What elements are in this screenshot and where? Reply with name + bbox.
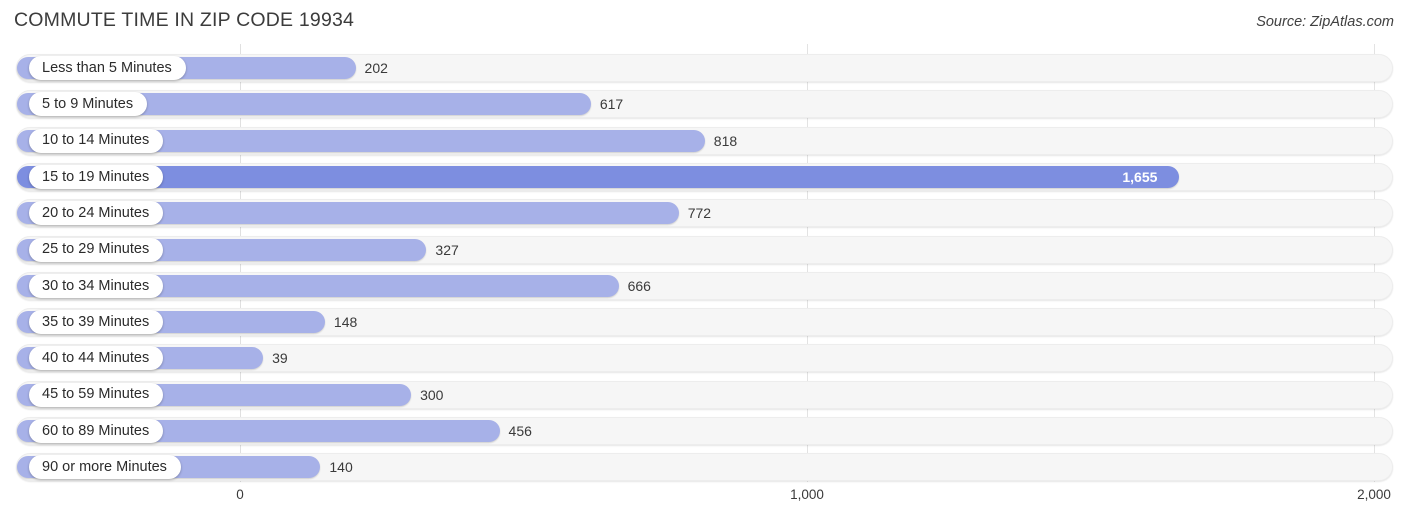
category-label: 35 to 39 Minutes — [42, 313, 150, 330]
bar-value-label: 1,655 — [1122, 168, 1158, 185]
bar-value-label: 300 — [420, 386, 444, 403]
category-label: 90 or more Minutes — [42, 459, 167, 476]
bar-row[interactable]: 35 to 39 Minutes 148 — [16, 308, 1393, 337]
category-label: 20 to 24 Minutes — [42, 204, 150, 221]
category-label-pill: 35 to 39 Minutes — [29, 310, 164, 335]
category-label-pill: 25 to 29 Minutes — [29, 237, 164, 262]
bar-row[interactable]: 5 to 9 Minutes 617 — [16, 90, 1393, 119]
category-label-pill: 5 to 9 Minutes — [29, 92, 148, 117]
category-label: 25 to 29 Minutes — [42, 241, 150, 258]
bar-value-label: 772 — [687, 205, 712, 222]
bar-value-label: 617 — [599, 96, 624, 113]
chart-page: COMMUTE TIME IN ZIP CODE 19934 Source: Z… — [0, 0, 1406, 522]
bar-row[interactable]: 60 to 89 Minutes 456 — [16, 417, 1393, 445]
bar-value-label: 148 — [333, 314, 358, 331]
category-label: 45 to 59 Minutes — [42, 386, 150, 403]
x-axis: 0 1,000 2,000 — [0, 484, 1406, 514]
bar-row[interactable]: 30 to 34 Minutes 666 — [16, 271, 1393, 300]
bar[interactable] — [17, 165, 1180, 188]
bar-row[interactable]: 40 to 44 Minutes 39 — [16, 344, 1393, 373]
bar-row[interactable]: 10 to 14 Minutes 818 — [16, 126, 1393, 155]
bar-row[interactable]: 90 or more Minutes 140 — [16, 453, 1393, 482]
x-tick-label: 0 — [236, 487, 244, 502]
category-label: Less than 5 Minutes — [42, 59, 172, 76]
category-label: 40 to 44 Minutes — [42, 350, 150, 367]
bar-row[interactable]: Less than 5 Minutes 202 — [16, 54, 1393, 82]
bar-row[interactable]: 45 to 59 Minutes 300 — [16, 380, 1393, 409]
category-label-pill: 40 to 44 Minutes — [29, 346, 164, 371]
category-label-pill: 20 to 24 Minutes — [29, 201, 164, 226]
bar-row[interactable]: 25 to 29 Minutes 327 — [16, 235, 1393, 264]
plot-area: Less than 5 Minutes 202 5 to 9 Minutes 617 1… — [0, 44, 1406, 482]
x-tick-label: 1,000 — [790, 487, 824, 502]
category-label-pill: 90 or more Minutes — [29, 455, 181, 480]
bar-value-label: 818 — [713, 132, 738, 149]
source-attribution: Source: ZipAtlas.com — [1256, 14, 1394, 30]
category-label-pill: Less than 5 Minutes — [29, 56, 186, 80]
bar-value-label: 140 — [329, 459, 353, 476]
bar-value-label: 39 — [272, 350, 288, 367]
x-tick-label: 2,000 — [1357, 487, 1391, 502]
category-label: 15 to 19 Minutes — [42, 168, 150, 185]
bar-value-label: 666 — [627, 277, 651, 294]
category-label-pill: 60 to 89 Minutes — [29, 419, 164, 443]
category-label-pill: 10 to 14 Minutes — [29, 128, 164, 153]
category-label-pill: 15 to 19 Minutes — [29, 164, 164, 189]
category-label: 5 to 9 Minutes — [42, 96, 134, 113]
bar-row[interactable]: 20 to 24 Minutes 772 — [16, 199, 1393, 228]
bar-row[interactable]: 15 to 19 Minutes 1,655 — [16, 162, 1393, 191]
category-label-pill: 30 to 34 Minutes — [29, 273, 164, 298]
category-label-pill: 45 to 59 Minutes — [29, 382, 164, 407]
category-label: 60 to 89 Minutes — [42, 422, 150, 439]
category-label: 30 to 34 Minutes — [42, 277, 150, 294]
bar-value-label: 456 — [508, 423, 532, 439]
bar-value-label: 202 — [364, 60, 388, 76]
page-title: COMMUTE TIME IN ZIP CODE 19934 — [14, 9, 355, 31]
bar-value-label: 327 — [435, 241, 459, 258]
category-label: 10 to 14 Minutes — [42, 132, 150, 149]
